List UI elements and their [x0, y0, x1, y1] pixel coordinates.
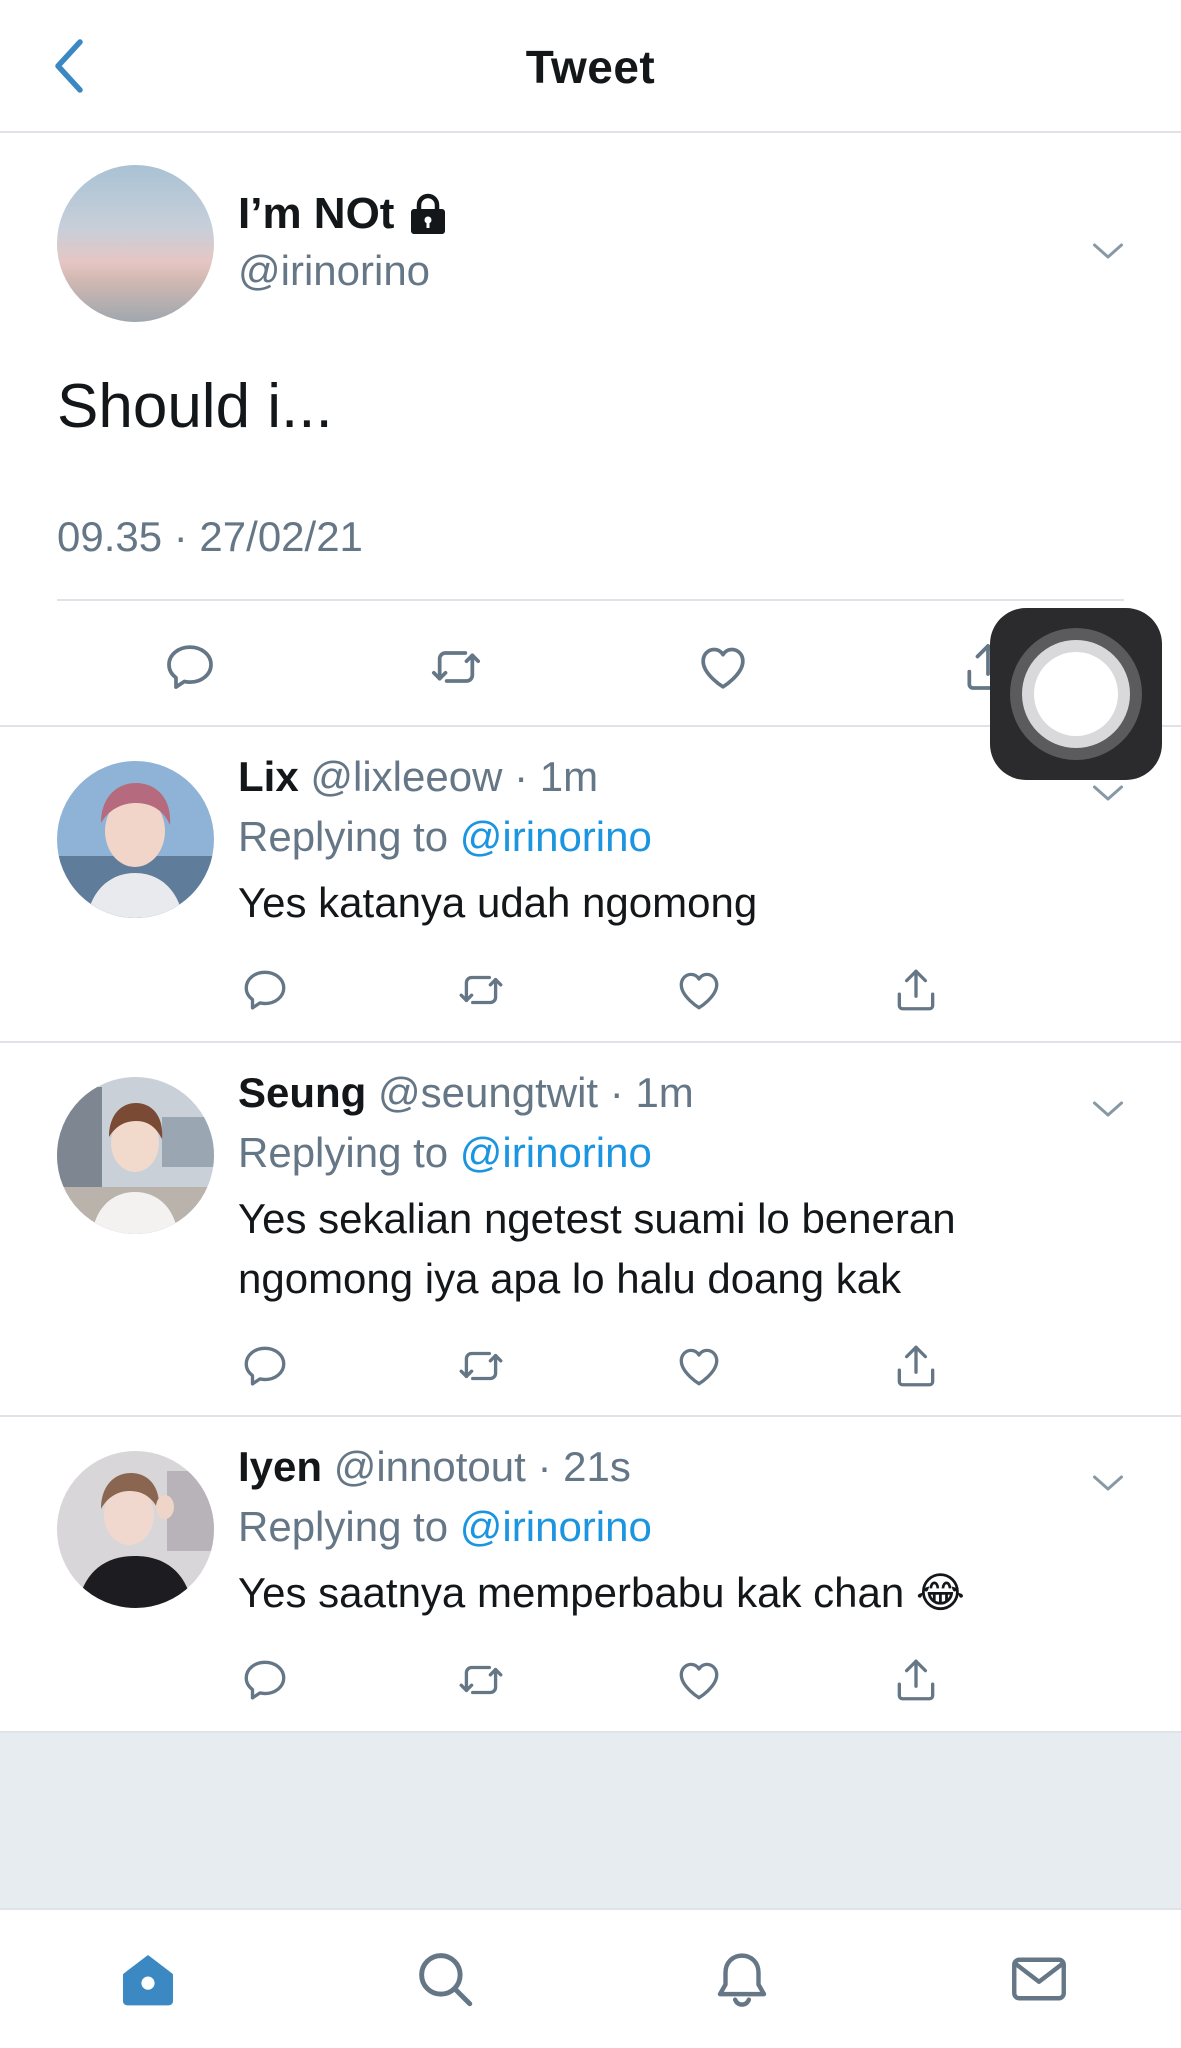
reply-icon[interactable] — [240, 1341, 290, 1391]
reply-icon[interactable] — [240, 1655, 290, 1705]
reply-meta: Iyen @innotout · 21s — [238, 1443, 631, 1491]
reply-tweet[interactable]: Iyen @innotout · 21s Replying to @irinor… — [0, 1417, 1181, 1733]
page-title: Tweet — [525, 41, 656, 93]
bottom-tab-bar — [0, 1908, 1181, 2048]
author-handle[interactable]: @innotout — [334, 1443, 526, 1490]
reply-text: Yes sekalian ngetest suami lo beneran ng… — [238, 1195, 956, 1302]
reply-tweet[interactable]: Lix @lixleeow · 1m Replying to @irinorin… — [0, 727, 1181, 1043]
author-handle[interactable]: @lixleeow — [310, 753, 502, 800]
separator-dot: · — [609, 1069, 624, 1116]
retweet-icon[interactable] — [456, 965, 506, 1015]
replying-to: Replying to @irinorino — [238, 1503, 652, 1551]
notifications-icon[interactable] — [709, 1946, 775, 2012]
lock-icon — [411, 193, 446, 234]
retweet-icon[interactable] — [456, 1341, 506, 1391]
chevron-down-icon[interactable] — [1090, 775, 1126, 811]
replying-to: Replying to @irinorino — [238, 813, 652, 861]
share-icon[interactable] — [891, 1341, 941, 1391]
like-icon[interactable] — [695, 639, 751, 695]
author-name-text: I’m NOt — [238, 189, 395, 238]
top-nav-bar: Tweet — [0, 0, 1181, 133]
reply-icon[interactable] — [162, 639, 218, 695]
like-icon[interactable] — [674, 1341, 724, 1391]
tweet-timestamp[interactable]: 09.35 · 27/02/21 — [57, 513, 363, 561]
share-icon[interactable] — [891, 965, 941, 1015]
reply-tweet[interactable]: Seung @seungtwit · 1m Replying to @irino… — [0, 1043, 1181, 1417]
replying-to-label: Replying to — [238, 813, 449, 860]
reply-meta: Seung @seungtwit · 1m — [238, 1069, 694, 1117]
author-handle[interactable]: @irinorino — [238, 247, 430, 295]
mention-link[interactable]: @irinorino — [460, 813, 652, 860]
empty-feed-area — [0, 1733, 1181, 1908]
messages-icon[interactable] — [1006, 1946, 1072, 2012]
chevron-down-icon[interactable] — [1090, 1091, 1126, 1127]
replying-to-label: Replying to — [238, 1129, 449, 1176]
author-name[interactable]: Lix — [238, 753, 299, 800]
chevron-down-icon[interactable] — [1090, 1465, 1126, 1501]
reply-text: Yes saatnya memperbabu kak chan 😂 — [238, 1569, 965, 1616]
divider — [57, 599, 1124, 601]
reply-text: Yes katanya udah ngomong — [238, 879, 758, 926]
avatar[interactable] — [57, 1451, 214, 1608]
tweet-text: Should i... — [57, 372, 333, 441]
separator-dot: · — [514, 753, 529, 800]
reply-icon[interactable] — [240, 965, 290, 1015]
like-icon[interactable] — [674, 1655, 724, 1705]
retweet-icon[interactable] — [428, 639, 484, 695]
avatar-image — [57, 761, 214, 918]
avatar[interactable] — [57, 761, 214, 918]
search-icon[interactable] — [412, 1946, 478, 2012]
reply-time: 1m — [539, 753, 599, 800]
separator-dot: · — [537, 1443, 552, 1490]
mention-link[interactable]: @irinorino — [460, 1503, 652, 1550]
avatar[interactable] — [57, 1077, 214, 1234]
home-icon[interactable] — [115, 1946, 181, 2012]
retweet-icon[interactable] — [456, 1655, 506, 1705]
reply-time: 21s — [563, 1443, 631, 1490]
author-handle[interactable]: @seungtwit — [378, 1069, 598, 1116]
assistive-touch-button[interactable] — [990, 608, 1162, 780]
chevron-down-icon[interactable] — [1090, 233, 1126, 269]
mention-link[interactable]: @irinorino — [460, 1129, 652, 1176]
avatar[interactable] — [57, 165, 214, 322]
share-icon[interactable] — [891, 1655, 941, 1705]
replying-to: Replying to @irinorino — [238, 1129, 652, 1177]
reply-meta: Lix @lixleeow · 1m — [238, 753, 598, 801]
author-name[interactable]: I’m NOt — [238, 189, 448, 239]
author-name[interactable]: Seung — [238, 1069, 366, 1116]
like-icon[interactable] — [674, 965, 724, 1015]
replying-to-label: Replying to — [238, 1503, 449, 1550]
avatar-image — [57, 1451, 214, 1608]
avatar-image — [57, 1077, 214, 1234]
author-name[interactable]: Iyen — [238, 1443, 322, 1490]
assistive-touch-center — [1034, 652, 1118, 736]
reply-time: 1m — [635, 1069, 694, 1116]
